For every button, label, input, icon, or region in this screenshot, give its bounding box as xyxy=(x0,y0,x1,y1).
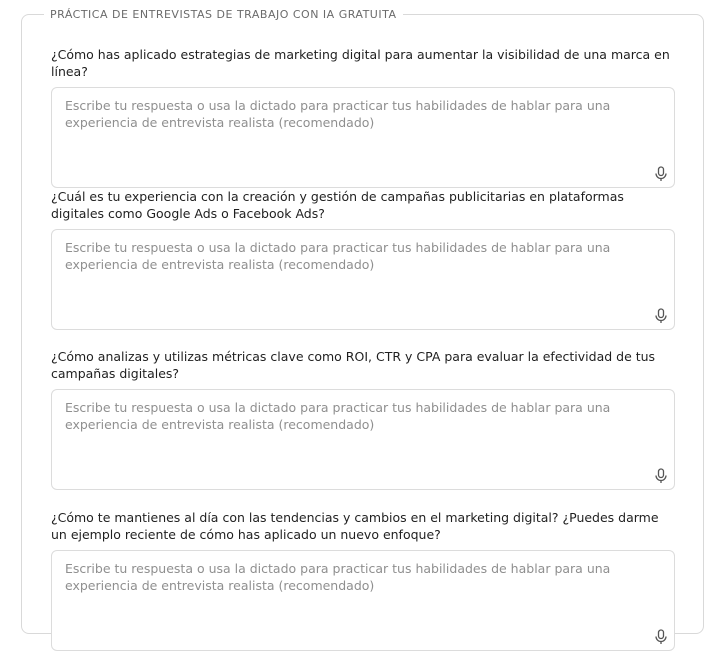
answer-textarea[interactable]: Escribe tu respuesta o usa la dictado pa… xyxy=(51,229,675,330)
question-block: ¿Cuál es tu experiencia con la creación … xyxy=(51,188,677,330)
question-block: ¿Cómo has aplicado estrategias de market… xyxy=(51,46,677,188)
microphone-icon[interactable] xyxy=(654,166,668,182)
answer-placeholder: Escribe tu respuesta o usa la dictado pa… xyxy=(65,98,611,130)
microphone-icon[interactable] xyxy=(654,468,668,484)
microphone-icon[interactable] xyxy=(654,629,668,645)
section-legend: PRÁCTICA DE ENTREVISTAS DE TRABAJO CON I… xyxy=(44,8,403,22)
question-text: ¿Cómo analizas y utilizas métricas clave… xyxy=(51,349,656,381)
question-block: ¿Cómo analizas y utilizas métricas clave… xyxy=(51,348,677,490)
answer-placeholder: Escribe tu respuesta o usa la dictado pa… xyxy=(65,561,611,593)
microphone-icon[interactable] xyxy=(654,308,668,324)
question-text: ¿Cómo te mantienes al día con las tenden… xyxy=(51,510,659,542)
question-text: ¿Cuál es tu experiencia con la creación … xyxy=(51,189,624,221)
answer-placeholder: Escribe tu respuesta o usa la dictado pa… xyxy=(65,400,611,432)
answer-textarea[interactable]: Escribe tu respuesta o usa la dictado pa… xyxy=(51,550,675,651)
answer-textarea[interactable]: Escribe tu respuesta o usa la dictado pa… xyxy=(51,87,675,188)
answer-placeholder: Escribe tu respuesta o usa la dictado pa… xyxy=(65,240,611,272)
question-text: ¿Cómo has aplicado estrategias de market… xyxy=(51,47,670,79)
answer-textarea[interactable]: Escribe tu respuesta o usa la dictado pa… xyxy=(51,389,675,490)
question-block: ¿Cómo te mantienes al día con las tenden… xyxy=(51,509,677,651)
